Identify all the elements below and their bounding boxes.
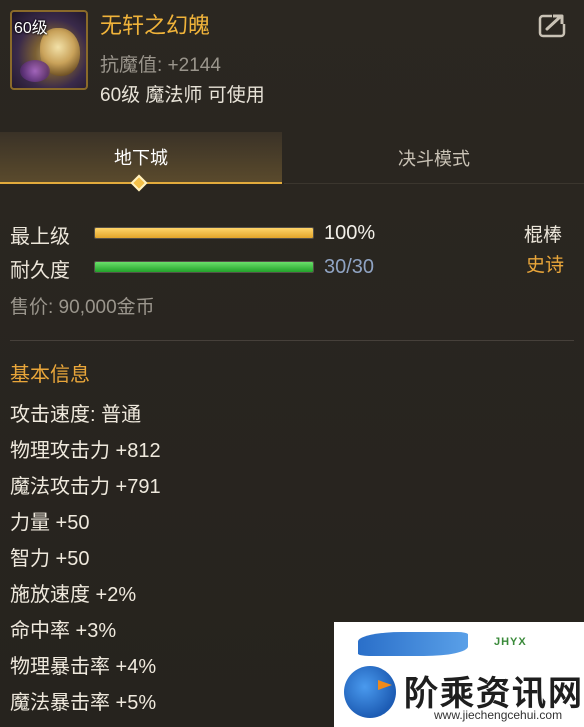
watermark-banner-shape: [358, 632, 468, 656]
attribute-line: 施放速度 +2%: [10, 584, 137, 606]
level-bar-fill: [95, 228, 313, 238]
level-value: 100%: [324, 222, 376, 244]
item-stat-line: 抗魔值: +2144: [100, 55, 221, 76]
item-tooltip-panel: 60级 无轩之幻魄 抗魔值: +2144 60级 魔法师 可使用 地下城 决斗模…: [0, 0, 584, 727]
level-label: 最上级: [10, 226, 70, 248]
attribute-line: 物理暴击率 +4%: [10, 656, 157, 678]
item-name: 无轩之幻魄: [100, 13, 211, 38]
durability-label: 耐久度: [10, 260, 70, 282]
sell-price: 售价: 90,000金币: [10, 297, 155, 318]
attribute-line: 魔法暴击率 +5%: [10, 692, 157, 714]
durability-bar: [94, 261, 314, 273]
item-level-tag: 60级: [14, 20, 48, 37]
item-art-purple: [20, 60, 50, 82]
attribute-line: 智力 +50: [10, 548, 90, 570]
attribute-line: 力量 +50: [10, 512, 90, 534]
durability-bar-fill: [95, 262, 313, 272]
level-bar: [94, 227, 314, 239]
share-icon[interactable]: [538, 12, 568, 38]
attribute-line: 物理攻击力 +812: [10, 440, 161, 462]
section-divider: [10, 340, 574, 341]
mode-tabs: 地下城 决斗模式: [0, 132, 584, 184]
watermark-tag: JHYX: [494, 636, 527, 648]
weapon-type: 棍棒: [524, 225, 563, 246]
eagle-logo-icon: [344, 666, 396, 718]
watermark-url: www.jiechengcehui.com: [434, 708, 563, 722]
attribute-line: 攻击速度: 普通: [10, 404, 142, 426]
durability-value: 30/30: [324, 256, 375, 278]
attribute-line: 魔法攻击力 +791: [10, 476, 161, 498]
tab-duel[interactable]: 决斗模式: [284, 132, 584, 184]
watermark: JHYX 阶乘资讯网 www.jiechengcehui.com: [334, 622, 584, 727]
item-requirement: 60级 魔法师 可使用: [100, 85, 265, 106]
item-header: 60级 无轩之幻魄 抗魔值: +2144 60级 魔法师 可使用: [0, 0, 584, 120]
rarity-label: 史诗: [526, 255, 565, 276]
basic-info-title: 基本信息: [10, 364, 90, 386]
attribute-line: 命中率 +3%: [10, 620, 117, 642]
